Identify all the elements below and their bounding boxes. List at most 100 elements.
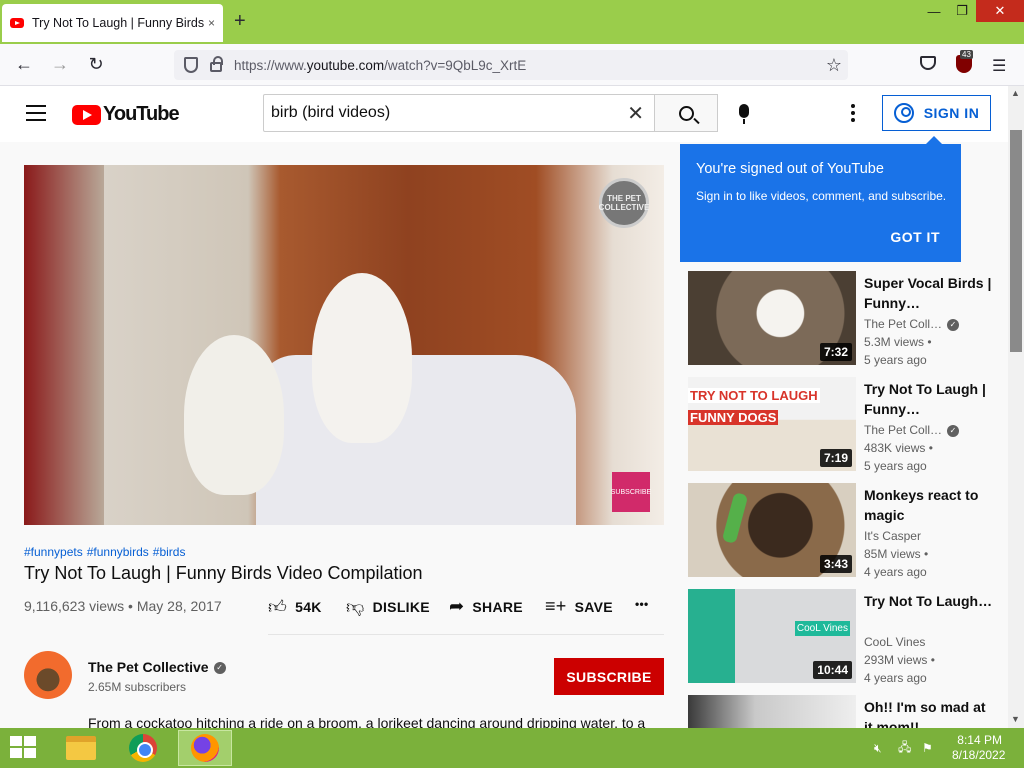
taskbar-file-explorer[interactable] bbox=[54, 730, 108, 766]
recommendation-views: 85M views • bbox=[864, 547, 929, 561]
recommendation-title[interactable]: Super Vocal Birds | Funny… bbox=[864, 273, 994, 313]
youtube-logo[interactable]: YouTube bbox=[72, 103, 180, 126]
recommendation-item[interactable]: Oh!! I'm so mad at it mom!! bbox=[688, 695, 1000, 728]
pocket-icon[interactable] bbox=[920, 56, 936, 70]
verified-check-icon: ✓ bbox=[213, 662, 226, 675]
account-icon bbox=[893, 103, 914, 123]
hashtags: #funnypets #funnybirds #birds bbox=[24, 545, 189, 559]
video-player[interactable]: THE PET COLLECTIVE SUBSCRIBE bbox=[24, 165, 664, 525]
signed-out-popup: You're signed out of YouTube Sign in to … bbox=[680, 136, 961, 262]
volume-muted-icon[interactable]: 🔇︎ bbox=[874, 728, 882, 768]
save-button[interactable]: ≡+ SAVE bbox=[545, 596, 613, 617]
chrome-icon bbox=[129, 734, 157, 762]
windows-taskbar: 🔇︎ 🖧 ⚑ 8:14 PM 8/18/2022 bbox=[0, 728, 1024, 768]
new-tab-button[interactable]: + bbox=[234, 10, 246, 33]
video-thumbnail[interactable]: CooL Vines 10:44 bbox=[688, 589, 856, 683]
firefox-icon bbox=[191, 734, 219, 762]
microphone-icon[interactable] bbox=[739, 104, 749, 124]
guide-menu-icon[interactable] bbox=[26, 105, 46, 126]
channel-watermark[interactable]: THE PET COLLECTIVE bbox=[599, 178, 649, 228]
hashtag-link[interactable]: #funnybirds bbox=[87, 545, 149, 559]
recommendation-channel[interactable]: It's Casper bbox=[864, 529, 1000, 543]
back-button[interactable]: ← bbox=[12, 54, 36, 75]
lock-icon[interactable] bbox=[210, 56, 223, 72]
tracking-protection-shield-icon[interactable] bbox=[184, 57, 198, 73]
recommendation-item[interactable]: TRY NOT TO LAUGH FUNNY DOGS 7:19 Try Not… bbox=[688, 377, 1000, 473]
video-thumbnail[interactable]: TRY NOT TO LAUGH FUNNY DOGS 7:19 bbox=[688, 377, 856, 471]
recommendation-item[interactable]: 7:32 Super Vocal Birds | Funny… The Pet … bbox=[688, 271, 1000, 367]
share-button[interactable]: ➦ SHARE bbox=[449, 596, 523, 617]
clock-date: 8/18/2022 bbox=[952, 748, 1006, 762]
taskbar-firefox[interactable] bbox=[178, 730, 232, 766]
youtube-play-logo-icon bbox=[72, 104, 101, 125]
browser-titlebar: Try Not To Laugh | Funny Birds × + — ❐ ✕ bbox=[0, 0, 1024, 44]
search-query-text: birb (bird videos) bbox=[271, 104, 391, 121]
recommendation-title[interactable]: Try Not To Laugh… bbox=[864, 591, 994, 611]
page-scrollbar[interactable]: ▲ ▼ bbox=[1008, 86, 1024, 728]
video-thumbnail[interactable] bbox=[688, 695, 856, 728]
popup-title: You're signed out of YouTube bbox=[696, 161, 884, 177]
recommendation-age: 4 years ago bbox=[864, 565, 927, 579]
channel-name[interactable]: The Pet Collective ✓ bbox=[88, 659, 226, 675]
share-arrow-icon: ➦ bbox=[449, 596, 465, 616]
start-windows-icon[interactable] bbox=[10, 736, 38, 760]
duration-badge: 3:43 bbox=[819, 555, 852, 573]
subscribe-overlay-badge[interactable]: SUBSCRIBE bbox=[611, 472, 651, 512]
recommendation-age: 5 years ago bbox=[864, 459, 927, 473]
recommendation-title[interactable]: Oh!! I'm so mad at it mom!! bbox=[864, 697, 994, 728]
tab-close-button[interactable]: × bbox=[208, 16, 215, 30]
url-text[interactable]: https://www.youtube.com/watch?v=9QbL9c_X… bbox=[234, 58, 526, 73]
verified-check-icon: ✓ bbox=[947, 424, 960, 437]
video-title: Try Not To Laugh | Funny Birds Video Com… bbox=[24, 563, 423, 583]
got-it-button[interactable]: GOT IT bbox=[890, 229, 940, 245]
recommendation-title[interactable]: Monkeys react to magic bbox=[864, 485, 994, 525]
recommendation-title[interactable]: Try Not To Laugh | Funny… bbox=[864, 379, 994, 419]
sign-in-button[interactable]: SIGN IN bbox=[882, 95, 991, 131]
divider bbox=[268, 634, 664, 635]
share-label: SHARE bbox=[472, 598, 523, 615]
network-icon[interactable]: 🖧 bbox=[898, 728, 911, 768]
duration-badge: 10:44 bbox=[813, 661, 852, 679]
duration-badge: 7:32 bbox=[819, 343, 852, 361]
recommendation-age: 4 years ago bbox=[864, 671, 927, 685]
address-bar[interactable]: https://www.youtube.com/watch?v=9QbL9c_X… bbox=[174, 50, 848, 80]
clear-search-icon[interactable]: ✕ bbox=[627, 101, 644, 126]
recommendation-channel[interactable]: The Pet Coll… ✓ bbox=[864, 317, 1000, 331]
search-button[interactable] bbox=[654, 94, 718, 132]
action-center-flag-icon[interactable]: ⚑ bbox=[922, 728, 933, 768]
recommendation-views: 483K views • bbox=[864, 441, 933, 455]
video-thumbnail[interactable]: 3:43 bbox=[688, 483, 856, 577]
video-thumbnail[interactable]: 7:32 bbox=[688, 271, 856, 365]
browser-menu-icon[interactable]: ☰ bbox=[992, 56, 1006, 76]
like-button[interactable]: 👍︎ 54K bbox=[268, 596, 322, 618]
dislike-button[interactable]: 👎︎ DISLIKE bbox=[346, 596, 430, 618]
scrollbar-thumb[interactable] bbox=[1010, 130, 1022, 352]
recommendation-channel[interactable]: CooL Vines bbox=[864, 635, 1000, 649]
recommendation-channel[interactable]: The Pet Coll… ✓ bbox=[864, 423, 1000, 437]
video-frame-cockatoo-left bbox=[184, 335, 284, 495]
scroll-down-arrow-icon[interactable]: ▼ bbox=[1011, 714, 1020, 724]
search-icon bbox=[678, 105, 694, 121]
forward-button[interactable]: → bbox=[48, 54, 72, 75]
recommendation-item[interactable]: CooL Vines 10:44 Try Not To Laugh… CooL … bbox=[688, 589, 1000, 685]
channel-avatar[interactable] bbox=[24, 651, 72, 699]
scroll-up-arrow-icon[interactable]: ▲ bbox=[1011, 88, 1020, 98]
thumbnail-cucumber bbox=[721, 492, 749, 544]
channel-subscriber-count: 2.65M subscribers bbox=[88, 680, 187, 694]
recommendation-views: 293M views • bbox=[864, 653, 935, 667]
clock-time: 8:14 PM bbox=[957, 733, 1002, 747]
search-input[interactable]: birb (bird videos) ✕ bbox=[263, 94, 655, 132]
window-restore-button[interactable]: ❐ bbox=[946, 0, 978, 22]
hashtag-link[interactable]: #funnypets bbox=[24, 545, 83, 559]
recommendation-item[interactable]: 3:43 Monkeys react to magic It's Casper … bbox=[688, 483, 1000, 579]
system-clock[interactable]: 8:14 PM 8/18/2022 bbox=[952, 733, 1006, 763]
more-actions-button[interactable]: ••• bbox=[635, 597, 649, 611]
subscribe-button[interactable]: SUBSCRIBE bbox=[554, 658, 664, 695]
taskbar-chrome[interactable] bbox=[116, 730, 170, 766]
window-close-button[interactable]: ✕ bbox=[976, 0, 1024, 22]
settings-more-icon[interactable] bbox=[851, 104, 855, 125]
hashtag-link[interactable]: #birds bbox=[153, 545, 186, 559]
reload-button[interactable]: ↻ bbox=[84, 54, 108, 75]
browser-tab-active[interactable]: Try Not To Laugh | Funny Birds × bbox=[2, 4, 223, 42]
bookmark-star-icon[interactable]: ☆ bbox=[826, 55, 842, 76]
